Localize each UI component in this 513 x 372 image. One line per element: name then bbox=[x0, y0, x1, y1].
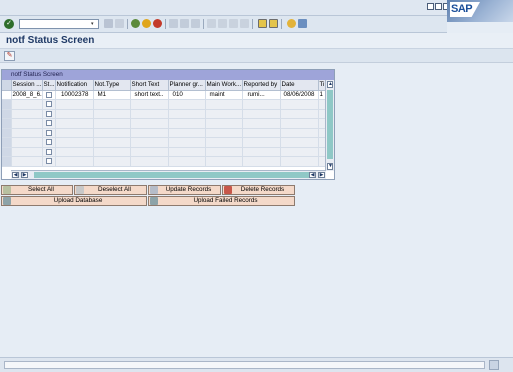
select-all-icon bbox=[3, 186, 11, 194]
records-table: Session ... St... Notification Not.Type … bbox=[2, 80, 327, 167]
row-checkbox[interactable] bbox=[45, 110, 52, 117]
help-icon[interactable] bbox=[287, 19, 296, 28]
exit-icon[interactable] bbox=[142, 19, 151, 28]
row-checkbox[interactable] bbox=[45, 129, 52, 136]
table-row[interactable] bbox=[2, 137, 327, 148]
enter-icon[interactable]: ✓ bbox=[4, 19, 14, 29]
column-header-reported-by[interactable]: Reported by bbox=[242, 80, 281, 91]
update-records-icon bbox=[150, 186, 158, 194]
column-header-date[interactable]: Date bbox=[280, 80, 319, 91]
prev-page-icon[interactable] bbox=[218, 19, 227, 28]
select-all-cell[interactable] bbox=[2, 80, 12, 91]
cell-notification: 10002378 bbox=[55, 90, 94, 100]
scroll-right-icon[interactable]: ▶ bbox=[318, 172, 325, 178]
column-header-status[interactable]: St... bbox=[42, 80, 56, 91]
table-row[interactable] bbox=[2, 156, 327, 167]
row-checkbox[interactable] bbox=[45, 148, 52, 155]
column-header-short-text[interactable]: Short Text bbox=[130, 80, 169, 91]
select-all-button[interactable]: Select All bbox=[1, 185, 73, 195]
table-row[interactable] bbox=[2, 118, 327, 129]
upload-failed-records-icon bbox=[150, 197, 158, 205]
upload-failed-records-button[interactable]: Upload Failed Records bbox=[148, 196, 295, 206]
cell-reported-by: rumi... bbox=[242, 90, 281, 100]
row-checkbox[interactable] bbox=[45, 91, 52, 98]
shortcut-icon[interactable] bbox=[269, 19, 278, 28]
next-page-icon[interactable] bbox=[229, 19, 238, 28]
command-field[interactable]: ▾ bbox=[19, 19, 99, 29]
table-row[interactable] bbox=[2, 109, 327, 119]
title-bar: notf Status Screen bbox=[0, 33, 513, 49]
sap-logo-text: SAP bbox=[451, 3, 473, 15]
menu-bar: SAP bbox=[0, 0, 513, 22]
status-bar bbox=[0, 357, 513, 372]
last-page-icon[interactable] bbox=[240, 19, 249, 28]
scroll-down-icon[interactable]: ▼ bbox=[327, 163, 333, 170]
horizontal-scrollbar[interactable]: ◀ ▶ ◀ ▶ bbox=[11, 170, 326, 179]
command-input[interactable] bbox=[20, 20, 90, 28]
upload-database-button[interactable]: Upload Database bbox=[1, 196, 147, 206]
table-row[interactable] bbox=[2, 128, 327, 138]
back-icon[interactable] bbox=[131, 19, 140, 28]
status-message bbox=[4, 361, 485, 369]
column-header-main-work[interactable]: Main Work... bbox=[205, 80, 243, 91]
scroll-left-end-icon[interactable]: ◀ bbox=[309, 172, 316, 178]
application-toolbar: ✎ bbox=[0, 49, 513, 63]
new-session-icon[interactable] bbox=[258, 19, 267, 28]
column-header-session[interactable]: Session ... bbox=[11, 80, 43, 91]
table-row[interactable]: 2008_8_6... 10002378 M1 short text.. 010… bbox=[2, 90, 327, 100]
scroll-right-small-icon[interactable]: ▶ bbox=[21, 172, 28, 178]
execute-icon[interactable]: ✎ bbox=[4, 51, 15, 61]
delete-records-button[interactable]: Delete Records bbox=[222, 185, 295, 195]
cell-status[interactable] bbox=[42, 90, 56, 100]
column-header-notification[interactable]: Notification bbox=[55, 80, 94, 91]
scroll-left-icon[interactable]: ◀ bbox=[12, 172, 19, 178]
cell-session: 2008_8_6... bbox=[11, 90, 43, 100]
cell-not-type: M1 bbox=[93, 90, 131, 100]
sap-logo: SAP bbox=[447, 0, 513, 22]
row-selector[interactable] bbox=[2, 90, 12, 100]
vertical-scroll-thumb[interactable] bbox=[327, 90, 333, 159]
first-page-icon[interactable] bbox=[207, 19, 216, 28]
status-bar-handle-icon[interactable] bbox=[489, 360, 499, 370]
find-next-icon[interactable] bbox=[191, 19, 200, 28]
update-records-button[interactable]: Update Records bbox=[148, 185, 221, 195]
maximize-icon[interactable] bbox=[435, 3, 442, 10]
grid-title: notf Status Screen bbox=[2, 70, 334, 80]
minimize-icon[interactable] bbox=[427, 3, 434, 10]
cell-date: 08/06/2008 bbox=[280, 90, 319, 100]
row-checkbox[interactable] bbox=[45, 101, 52, 108]
upload-database-icon bbox=[3, 197, 11, 205]
find-icon[interactable] bbox=[180, 19, 189, 28]
records-grid: notf Status Screen Session ... St... Not… bbox=[1, 69, 335, 180]
customize-layout-icon[interactable] bbox=[298, 19, 307, 28]
cell-planner-group: 010 bbox=[168, 90, 206, 100]
table-row[interactable] bbox=[2, 99, 327, 110]
print-icon[interactable] bbox=[169, 19, 178, 28]
table-row[interactable] bbox=[2, 147, 327, 157]
command-dropdown-icon[interactable]: ▾ bbox=[91, 21, 97, 27]
table-header-row: Session ... St... Notification Not.Type … bbox=[2, 80, 327, 91]
column-header-planner-group[interactable]: Planner gr... bbox=[168, 80, 206, 91]
horizontal-scroll-thumb[interactable] bbox=[34, 172, 312, 178]
save-icon[interactable] bbox=[104, 19, 113, 28]
vertical-scrollbar[interactable]: ▲ ▼ bbox=[325, 80, 334, 171]
deselect-all-button[interactable]: Deselect All bbox=[74, 185, 147, 195]
scroll-up-icon[interactable]: ▲ bbox=[327, 81, 333, 88]
column-header-not-type[interactable]: Not.Type bbox=[93, 80, 131, 91]
deselect-all-icon bbox=[76, 186, 84, 194]
page-title: notf Status Screen bbox=[6, 35, 95, 46]
standard-toolbar: ✓ ▾ bbox=[0, 16, 447, 33]
row-checkbox[interactable] bbox=[45, 139, 52, 146]
row-checkbox[interactable] bbox=[45, 120, 52, 127]
save-disabled-icon bbox=[115, 19, 124, 28]
row-checkbox[interactable] bbox=[45, 158, 52, 165]
delete-records-icon bbox=[224, 186, 232, 194]
cell-main-work: maint bbox=[205, 90, 243, 100]
cell-short-text: short text.. bbox=[130, 90, 169, 100]
cancel-icon[interactable] bbox=[153, 19, 162, 28]
